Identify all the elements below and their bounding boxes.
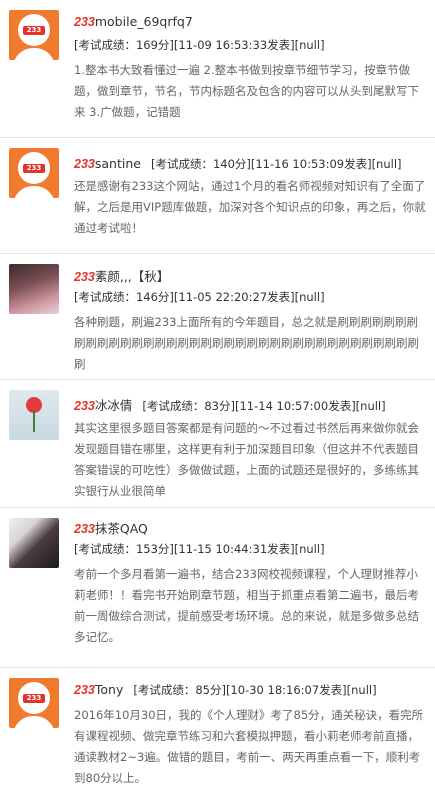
- brand-badge: 233: [23, 26, 45, 35]
- username-text: 冰冰倩: [94, 398, 133, 413]
- username[interactable]: 233Tony [考试成绩：85分][10-30 18:16:07发表][null…: [74, 681, 377, 699]
- avatar-shoulder-icon: [13, 716, 55, 728]
- brand-prefix: 233: [74, 15, 95, 29]
- username[interactable]: 233冰冰倩 [考试成绩：83分][11-14 10:57:00发表][null]: [74, 397, 386, 415]
- list-item: 233 233Tony [考试成绩：85分][10-30 18:16:07发表][…: [0, 668, 435, 802]
- brand-prefix: 233: [74, 157, 95, 171]
- comment-content: 2016年10月30日，我的《个人理财》考了85分，通关秘诀，看完所有课程视频、…: [74, 708, 424, 785]
- comment-content: 各种刷题，刷遍233上面所有的今年题目，总之就是刷刷刷刷刷刷刷刷刷刷刷刷刷刷刷刷…: [74, 315, 419, 371]
- username-text: mobile_69qrfq7: [94, 14, 193, 29]
- list-item: 233冰冰倩 [考试成绩：83分][11-14 10:57:00发表][null]…: [0, 380, 435, 508]
- username[interactable]: 233抹茶QAQ: [74, 520, 148, 538]
- avatar[interactable]: 233: [9, 10, 59, 60]
- comment-content: 1.整本书大致看懂过一遍 2.整本书做到按章节细节学习，按章节做题，做到章节，节…: [74, 63, 419, 119]
- comment-list: 233 233mobile_69qrfq7 [考试成绩：169分][11-09 …: [0, 0, 435, 802]
- score-meta: [考试成绩：169分][11-09 16:53:33发表][null]: [74, 38, 325, 52]
- list-item: 233 233santine [考试成绩：140分][11-16 10:53:09…: [0, 138, 435, 254]
- avatar-shoulder-icon: [13, 48, 55, 60]
- username-text: 抹茶QAQ: [94, 521, 148, 536]
- score-meta: [考试成绩：140分][11-16 10:53:09发表][null]: [150, 157, 402, 171]
- username-text: 素颜,,,【秋】: [94, 269, 170, 284]
- username-text: Tony: [94, 682, 124, 697]
- brand-prefix: 233: [74, 522, 95, 536]
- avatar-shoulder-icon: [13, 186, 55, 198]
- score-meta: [考试成绩：153分][11-15 10:44:31发表][null]: [74, 542, 325, 556]
- brand-badge: 233: [23, 164, 45, 173]
- score-meta: [考试成绩：146分][11-05 22:20:27发表][null]: [74, 290, 325, 304]
- username-text: santine: [94, 156, 141, 171]
- brand-prefix: 233: [74, 270, 95, 284]
- comment-content: 其实这里很多题目答案都是有问题的～不过看过书然后再来做你就会发现题目错在哪里，这…: [74, 421, 419, 498]
- avatar[interactable]: [9, 264, 59, 314]
- brand-badge: 233: [23, 694, 45, 703]
- avatar[interactable]: [9, 518, 59, 568]
- brand-prefix: 233: [74, 399, 95, 413]
- list-item: 233素颜,,,【秋】 [考试成绩：146分][11-05 22:20:27发表…: [0, 254, 435, 380]
- avatar[interactable]: [9, 390, 59, 440]
- list-item: 233抹茶QAQ [考试成绩：153分][11-15 10:44:31发表][n…: [0, 508, 435, 668]
- list-item: 233 233mobile_69qrfq7 [考试成绩：169分][11-09 …: [0, 0, 435, 138]
- username[interactable]: 233santine [考试成绩：140分][11-16 10:53:09发表][…: [74, 155, 402, 173]
- username[interactable]: 233素颜,,,【秋】: [74, 268, 169, 286]
- comment-content: 考前一个多月看第一遍书，结合233网校视频课程，个人理财推荐小莉老师！！看完书开…: [74, 567, 419, 644]
- flower-stem-icon: [33, 410, 35, 432]
- username[interactable]: 233mobile_69qrfq7: [74, 13, 193, 31]
- avatar[interactable]: 233: [9, 148, 59, 198]
- score-meta: [考试成绩：85分][10-30 18:16:07发表][null]: [133, 683, 377, 697]
- comment-content: 还是感谢有233这个网站，通过1个月的看名师视频对知识有了全面了解，之后是用VI…: [74, 179, 426, 235]
- avatar[interactable]: 233: [9, 678, 59, 728]
- score-meta: [考试成绩：83分][11-14 10:57:00发表][null]: [142, 399, 386, 413]
- brand-prefix: 233: [74, 683, 95, 697]
